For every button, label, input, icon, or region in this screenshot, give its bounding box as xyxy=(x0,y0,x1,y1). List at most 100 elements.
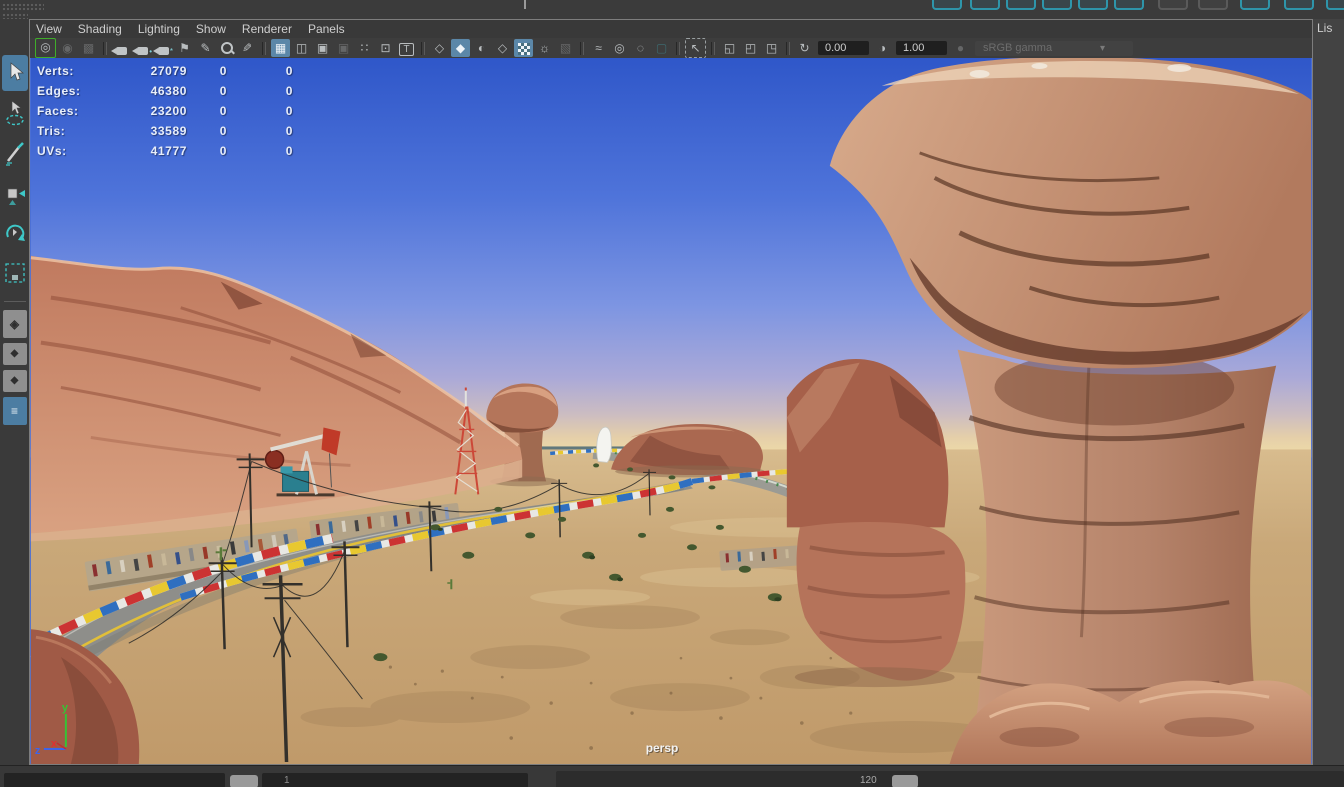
selection-highlight-icon[interactable]: ◎ xyxy=(35,38,56,58)
image-plane-icon[interactable]: ◳ xyxy=(762,39,781,57)
timeline-strip: 1 120 xyxy=(0,765,1344,787)
viewport-canvas[interactable]: y z x persp persp Verts:2707900Edges:463… xyxy=(30,58,1312,764)
shelf-button-4[interactable] xyxy=(1042,0,1072,10)
field-chart-icon[interactable]: ∷ xyxy=(355,39,374,57)
scene-3d: y z x persp persp xyxy=(30,58,1312,764)
safe-action-icon[interactable]: ⊡ xyxy=(376,39,395,57)
shelf-button-5[interactable] xyxy=(1078,0,1108,10)
grease-pencil-icon[interactable]: ✎ xyxy=(196,39,215,57)
gate-mask-icon[interactable]: ▣ xyxy=(334,39,353,57)
film-gate-glyph: ◫ xyxy=(296,41,307,55)
shelf-button-1[interactable] xyxy=(932,0,962,10)
paint-selection-tool[interactable] xyxy=(2,135,28,171)
shelf-button-11[interactable] xyxy=(1326,0,1344,10)
motion-blur-icon[interactable]: ◎ xyxy=(610,39,629,57)
shelf-button-2[interactable] xyxy=(970,0,1000,10)
all-lights-icon[interactable]: ☼ xyxy=(535,39,554,57)
grid-glyph: ▦ xyxy=(275,41,286,55)
end-frame-label: 120 xyxy=(860,775,877,786)
film-gate-icon[interactable]: ◫ xyxy=(292,39,311,57)
select-tool[interactable] xyxy=(2,55,28,91)
time-slider-handle[interactable] xyxy=(892,775,918,787)
color-space-dropdown[interactable]: sRGB gamma▾ xyxy=(975,41,1133,56)
viewport-menu-show[interactable]: Show xyxy=(188,20,234,38)
gamma-field[interactable]: 1.00 xyxy=(896,41,947,55)
viewport-menu-panels[interactable]: Panels xyxy=(300,20,353,38)
image-plane-glyph: ◳ xyxy=(766,41,777,55)
isolate-select-icon[interactable]: ↖ xyxy=(685,38,706,58)
shelf-button-8[interactable] xyxy=(1198,0,1228,10)
pan-zoom-icon[interactable] xyxy=(217,39,236,57)
smooth-shade-display-icon[interactable]: ◆ xyxy=(451,39,470,57)
depth-of-field-icon[interactable]: ◌ xyxy=(631,39,650,57)
textured-display-icon[interactable] xyxy=(514,39,533,57)
exposure-icon[interactable]: ↻ xyxy=(795,39,814,57)
shelf-button-10[interactable] xyxy=(1284,0,1314,10)
viewport-menu-lighting[interactable]: Lighting xyxy=(130,20,188,38)
grease-frame-icon[interactable]: ✎ xyxy=(238,39,257,57)
wireframe-display-glyph: ◇ xyxy=(435,41,444,55)
hud-label: UVs: xyxy=(37,141,99,161)
shadows-icon[interactable]: ▧ xyxy=(556,39,575,57)
gamma-indicator-icon[interactable]: ● xyxy=(951,39,970,57)
shelf-button-6[interactable] xyxy=(1114,0,1144,10)
move-tool[interactable] xyxy=(2,175,28,211)
safe-title-glyph: T xyxy=(399,43,413,56)
paint-brush-icon xyxy=(3,139,27,167)
dimmed-glyph-b: ▩ xyxy=(83,41,94,55)
lasso-tool[interactable] xyxy=(2,95,28,131)
hud-label: Edges: xyxy=(37,81,99,101)
viewport-menu-shading[interactable]: Shading xyxy=(70,20,130,38)
time-slider-track[interactable] xyxy=(556,771,1344,787)
wireframe-display-icon[interactable]: ◇ xyxy=(430,39,449,57)
layout-single-pane-button[interactable]: ◆ xyxy=(3,370,27,392)
bookmark-icon[interactable]: ⚑ xyxy=(175,39,194,57)
rotate-tool[interactable] xyxy=(2,215,28,251)
viewport-menu-view[interactable]: View xyxy=(30,20,70,38)
tool-box: ◈ ◆ ◆ ≡ xyxy=(0,19,29,787)
contrast-icon[interactable]: ◑ xyxy=(873,39,892,57)
lock-camera-icon[interactable]: • xyxy=(133,39,152,57)
viewport-menu-renderer[interactable]: Renderer xyxy=(234,20,300,38)
shelf-button-9[interactable] xyxy=(1240,0,1270,10)
shelf-drag-handle[interactable] xyxy=(2,3,44,11)
viewport-iconbar: ◎◉▩•*⚑✎✎▦◫▣▣∷⊡T◇◆◐◇☼▧≈◎◌▢↖◱◰◳↻0.00◑1.00●… xyxy=(30,38,1312,58)
lasso-icon xyxy=(3,99,27,127)
fog-icon[interactable]: ▢ xyxy=(652,39,671,57)
occlusion-icon[interactable]: ≈ xyxy=(589,39,608,57)
last-tool-slot[interactable] xyxy=(2,255,28,291)
camera-attributes-icon[interactable]: * xyxy=(154,39,173,57)
field-chart-glyph: ∷ xyxy=(361,41,369,55)
layout-four-view-button[interactable]: ◈ xyxy=(3,310,27,338)
hud-total: 23200 xyxy=(99,101,187,121)
grid-icon[interactable]: ▦ xyxy=(271,39,290,57)
shelf-button-3[interactable] xyxy=(1006,0,1036,10)
hud-label: Verts: xyxy=(37,61,99,81)
layout-split-pane-button[interactable]: ◆ xyxy=(3,343,27,365)
shelf-button-7[interactable] xyxy=(1158,0,1188,10)
playback-start-field[interactable] xyxy=(4,773,225,787)
dimmed-icon-a[interactable]: ◉ xyxy=(58,39,77,57)
default-material-icon[interactable]: ◇ xyxy=(493,39,512,57)
last-tool-icon xyxy=(3,259,27,287)
range-slider-handle-left[interactable] xyxy=(230,775,258,787)
default-material-glyph: ◇ xyxy=(498,41,507,55)
xray-icon[interactable]: ◱ xyxy=(720,39,739,57)
axis-z-label: z xyxy=(35,745,41,757)
move-icon xyxy=(3,179,27,207)
safe-title-icon[interactable]: T xyxy=(397,39,416,57)
layout-outliner-persp-button[interactable]: ≡ xyxy=(3,397,27,425)
exposure-field[interactable]: 0.00 xyxy=(818,41,869,55)
select-camera-icon[interactable] xyxy=(112,39,131,57)
range-start-field[interactable]: 1 xyxy=(262,773,528,787)
resolution-gate-icon[interactable]: ▣ xyxy=(313,39,332,57)
wireframe-on-shaded-icon[interactable]: ◐ xyxy=(472,39,491,57)
hud-other: 0 xyxy=(227,141,293,161)
dimmed-icon-b[interactable]: ▩ xyxy=(79,39,98,57)
poly-count-hud: Verts:2707900Edges:4638000Faces:2320000T… xyxy=(37,61,293,161)
camera-attributes-glyph xyxy=(158,47,169,55)
lock-camera-glyph xyxy=(137,47,148,55)
list-menu-clipped[interactable]: Lis xyxy=(1317,21,1332,35)
xray-active-icon[interactable]: ◰ xyxy=(741,39,760,57)
toolbar-separator xyxy=(711,42,715,55)
